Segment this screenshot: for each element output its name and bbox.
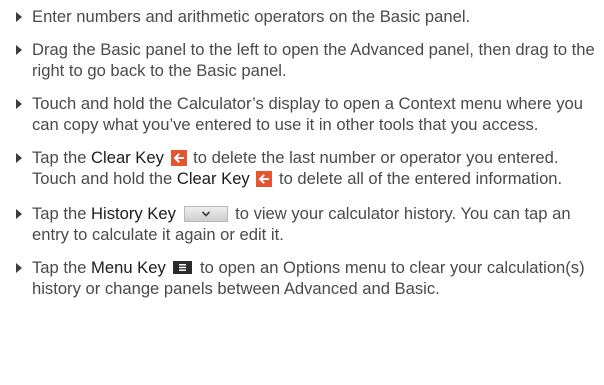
- triangle-bullet-icon: [16, 45, 22, 55]
- history-key-label: History Key: [91, 204, 176, 223]
- instruction-page: Enter numbers and arithmetic operators o…: [0, 0, 604, 385]
- list-item-text: Touch and hold the Calculator’s display …: [32, 94, 584, 134]
- menu-key-icon: [173, 261, 193, 274]
- list-item-text-before: Tap the: [32, 258, 92, 277]
- list-item-text: Enter numbers and arithmetic operators o…: [32, 7, 471, 26]
- menu-key-label: Menu Key: [91, 258, 166, 277]
- triangle-bullet-icon: [16, 153, 22, 163]
- clear-key-icon: [256, 171, 273, 187]
- list-item-text-before: Tap the: [32, 148, 92, 167]
- list-item-menu-key: Tap the Menu Key to open an Options menu…: [8, 257, 596, 299]
- triangle-bullet-icon: [16, 263, 22, 273]
- list-item-history-key: Tap the History Key to view your calcula…: [8, 203, 596, 245]
- clear-key-icon: [170, 150, 187, 166]
- triangle-bullet-icon: [16, 12, 22, 22]
- history-key-icon: [183, 206, 228, 222]
- list-item-context-menu: Touch and hold the Calculator’s display …: [8, 93, 596, 135]
- list-item-text-after: to delete all of the entered information…: [274, 169, 563, 188]
- clear-key-label: Clear Key: [176, 169, 250, 188]
- triangle-bullet-icon: [16, 209, 22, 219]
- clear-key-label: Clear Key: [91, 148, 164, 167]
- list-item-clear-key: Tap the Clear Key to delete the last num…: [8, 147, 596, 189]
- list-item-enter-numbers: Enter numbers and arithmetic operators o…: [8, 6, 596, 27]
- list-item-drag-panel: Drag the Basic panel to the left to open…: [8, 39, 596, 81]
- triangle-bullet-icon: [16, 99, 22, 109]
- instruction-list: Enter numbers and arithmetic operators o…: [8, 6, 596, 299]
- list-item-text-before: Tap the: [32, 204, 92, 223]
- list-item-text: Drag the Basic panel to the left to open…: [32, 40, 595, 80]
